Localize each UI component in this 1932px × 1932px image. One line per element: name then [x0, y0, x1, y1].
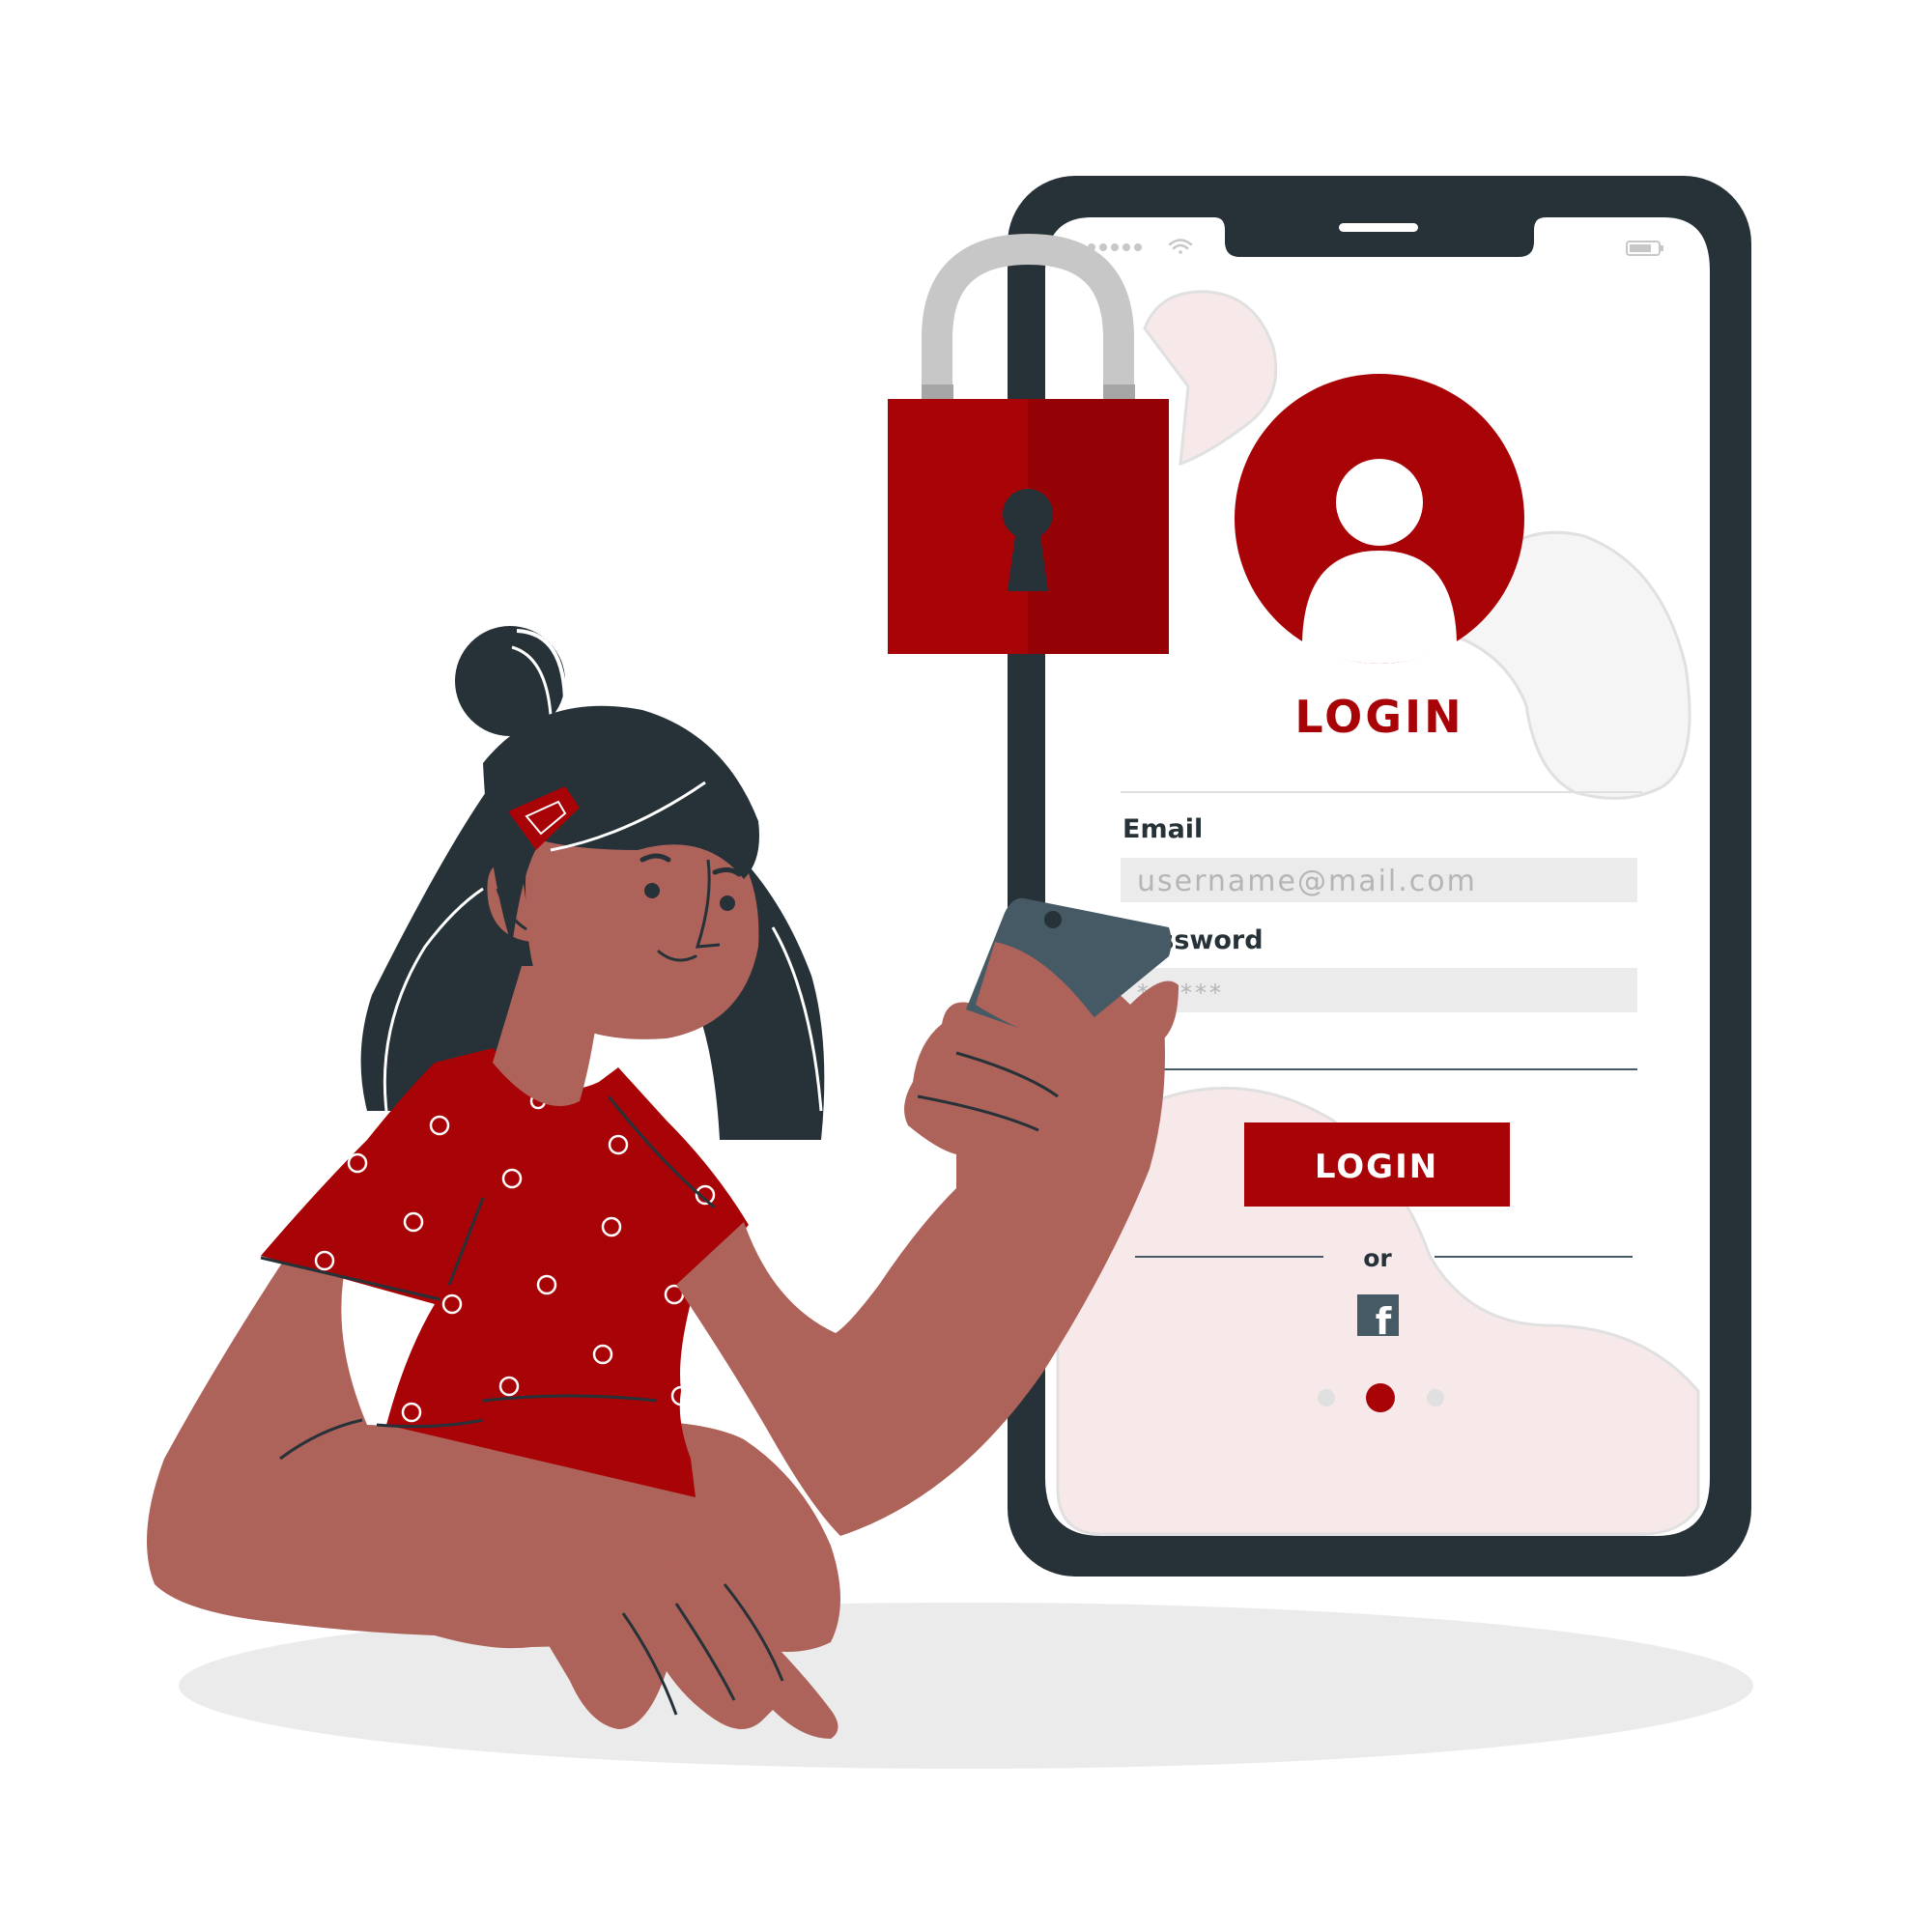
email-placeholder: username@mail.com — [1137, 865, 1477, 898]
login-button[interactable]: LOGIN — [1244, 1122, 1510, 1207]
email-label: Email — [1122, 814, 1203, 844]
page-dot-active[interactable] — [1366, 1383, 1395, 1412]
login-button-label: LOGIN — [1315, 1148, 1438, 1186]
email-field[interactable]: username@mail.com — [1121, 858, 1637, 902]
or-text: or — [1363, 1244, 1392, 1272]
page-dot[interactable] — [1427, 1389, 1444, 1406]
facebook-glyph: f — [1376, 1300, 1392, 1343]
login-heading: LOGIN — [1294, 691, 1463, 743]
user-avatar-icon — [1235, 374, 1524, 664]
facebook-icon[interactable]: f — [1357, 1294, 1399, 1343]
login-illustration: LOGIN Email username@mail.com Password *… — [147, 176, 1753, 1769]
password-field[interactable]: ****** — [1121, 968, 1637, 1012]
speaker-slot — [1339, 223, 1418, 232]
page-dot[interactable] — [1318, 1389, 1335, 1406]
